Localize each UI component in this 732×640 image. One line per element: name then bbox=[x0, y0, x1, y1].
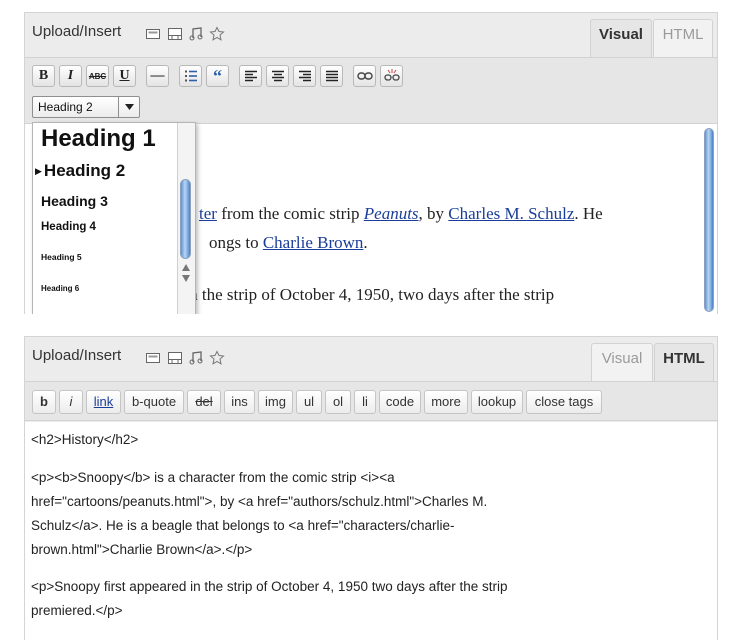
format-select[interactable]: Heading 2 bbox=[32, 96, 140, 118]
image-icon[interactable] bbox=[145, 350, 161, 366]
peanuts-link[interactable]: Peanuts bbox=[364, 204, 419, 223]
source-line: <p><b>Snoopy</b> is a character from the… bbox=[31, 470, 395, 485]
align-right-button[interactable] bbox=[293, 65, 316, 87]
ordered-list-button[interactable] bbox=[179, 65, 202, 87]
content-line-1: ter from the comic strip Peanuts, by Cha… bbox=[199, 204, 603, 223]
dropdown-scrollbar[interactable] bbox=[177, 123, 195, 314]
dropdown-scrollbar-thumb[interactable] bbox=[180, 179, 191, 259]
content-scrollbar-thumb[interactable] bbox=[704, 128, 714, 312]
media-icon[interactable] bbox=[209, 26, 225, 42]
heading-6-option[interactable]: Heading 6 bbox=[41, 284, 79, 293]
heading-1-option[interactable]: Heading 1 bbox=[41, 125, 156, 153]
editor-header: Upload/Insert Visual HTML bbox=[25, 13, 717, 57]
heading-2-option[interactable]: ▶ Heading 2 bbox=[35, 161, 125, 181]
quicktag-del-button[interactable]: del bbox=[187, 390, 221, 414]
bold-button[interactable]: B bbox=[32, 65, 55, 87]
quicktag-lookup-button[interactable]: lookup bbox=[471, 390, 523, 414]
heading-5-option[interactable]: Heading 5 bbox=[41, 252, 82, 262]
audio-icon[interactable] bbox=[188, 350, 204, 366]
image-icon[interactable] bbox=[145, 26, 161, 42]
quicktag-close-tags-button[interactable]: close tags bbox=[526, 390, 602, 414]
strikethrough-button[interactable]: ABC bbox=[86, 65, 109, 87]
source-line: Schulz</a>. He is a beagle that belongs … bbox=[31, 518, 455, 533]
blockquote-button[interactable]: “ bbox=[206, 65, 229, 87]
align-center-button[interactable] bbox=[266, 65, 289, 87]
unlink-icon bbox=[383, 69, 400, 81]
heading-3-option[interactable]: Heading 3 bbox=[41, 193, 108, 209]
quicktag-italic-button[interactable]: i bbox=[59, 390, 83, 414]
quicktag-ul-button[interactable]: ul bbox=[296, 390, 322, 414]
align-left-icon bbox=[244, 70, 257, 82]
source-line: brown.html">Charlie Brown</a>.</p> bbox=[31, 542, 253, 557]
video-icon[interactable] bbox=[167, 350, 183, 366]
snoopy-link-fragment[interactable]: ter bbox=[199, 204, 217, 223]
quicktags-toolbar: b i link b-quote del ins img ul ol li co… bbox=[25, 381, 717, 421]
tab-html[interactable]: HTML bbox=[653, 19, 713, 57]
scroll-up-icon[interactable] bbox=[182, 264, 190, 271]
align-justify-icon bbox=[325, 70, 338, 82]
visual-editor-panel: Upload/Insert Visual HTML B I ABC U — “ bbox=[24, 12, 718, 314]
charlie-brown-link[interactable]: Charlie Brown bbox=[263, 233, 364, 252]
horizontal-rule-button[interactable]: — bbox=[146, 65, 169, 87]
align-left-button[interactable] bbox=[239, 65, 262, 87]
chevron-down-icon bbox=[118, 97, 139, 117]
link-button[interactable] bbox=[353, 65, 376, 87]
quicktag-more-button[interactable]: more bbox=[424, 390, 468, 414]
tab-visual[interactable]: Visual bbox=[591, 343, 653, 381]
ordered-list-icon bbox=[184, 70, 197, 82]
heading-dropdown-menu: Heading 1 ▶ Heading 2 Heading 3 Heading 4… bbox=[32, 122, 196, 314]
audio-icon[interactable] bbox=[188, 26, 204, 42]
quicktag-ins-button[interactable]: ins bbox=[224, 390, 255, 414]
italic-button[interactable]: I bbox=[59, 65, 82, 87]
align-justify-button[interactable] bbox=[320, 65, 343, 87]
align-center-icon bbox=[271, 70, 284, 82]
scroll-down-icon[interactable] bbox=[182, 275, 190, 282]
editor-header: Upload/Insert Visual HTML bbox=[25, 337, 717, 381]
tab-visual[interactable]: Visual bbox=[590, 19, 652, 57]
html-editor-panel: Upload/Insert Visual HTML b i link b-quo… bbox=[24, 336, 718, 640]
underline-button[interactable]: U bbox=[113, 65, 136, 87]
selected-indicator-icon: ▶ bbox=[35, 166, 42, 177]
heading-4-option[interactable]: Heading 4 bbox=[41, 221, 96, 233]
unlink-button[interactable] bbox=[380, 65, 403, 87]
source-line: <p>Snoopy first appeared in the strip of… bbox=[31, 579, 508, 594]
quicktag-li-button[interactable]: li bbox=[354, 390, 376, 414]
tab-html[interactable]: HTML bbox=[654, 343, 714, 381]
source-line: <h2>History</h2> bbox=[31, 432, 139, 447]
align-right-icon bbox=[298, 70, 311, 82]
quicktag-ol-button[interactable]: ol bbox=[325, 390, 351, 414]
source-line: href="cartoons/peanuts.html">, by <a hre… bbox=[31, 494, 488, 509]
link-icon bbox=[356, 72, 373, 80]
upload-insert-label: Upload/Insert bbox=[32, 347, 122, 364]
schulz-link[interactable]: Charles M. Schulz bbox=[448, 204, 574, 223]
quicktag-link-button[interactable]: link bbox=[86, 390, 121, 414]
media-icon[interactable] bbox=[209, 350, 225, 366]
quicktag-code-button[interactable]: code bbox=[379, 390, 421, 414]
quicktag-img-button[interactable]: img bbox=[258, 390, 293, 414]
visual-toolbar: B I ABC U — “ Heading 2 bbox=[25, 57, 717, 123]
source-line: premiered.</p> bbox=[31, 603, 123, 618]
html-source-textarea[interactable]: <h2>History</h2> <p><b>Snoopy</b> is a c… bbox=[25, 422, 717, 640]
quicktag-bold-button[interactable]: b bbox=[32, 390, 56, 414]
format-select-value: Heading 2 bbox=[38, 100, 93, 114]
content-line-2: ongs to Charlie Brown. bbox=[209, 233, 368, 252]
upload-insert-label: Upload/Insert bbox=[32, 23, 122, 40]
video-icon[interactable] bbox=[167, 26, 183, 42]
quicktag-bquote-button[interactable]: b-quote bbox=[124, 390, 184, 414]
